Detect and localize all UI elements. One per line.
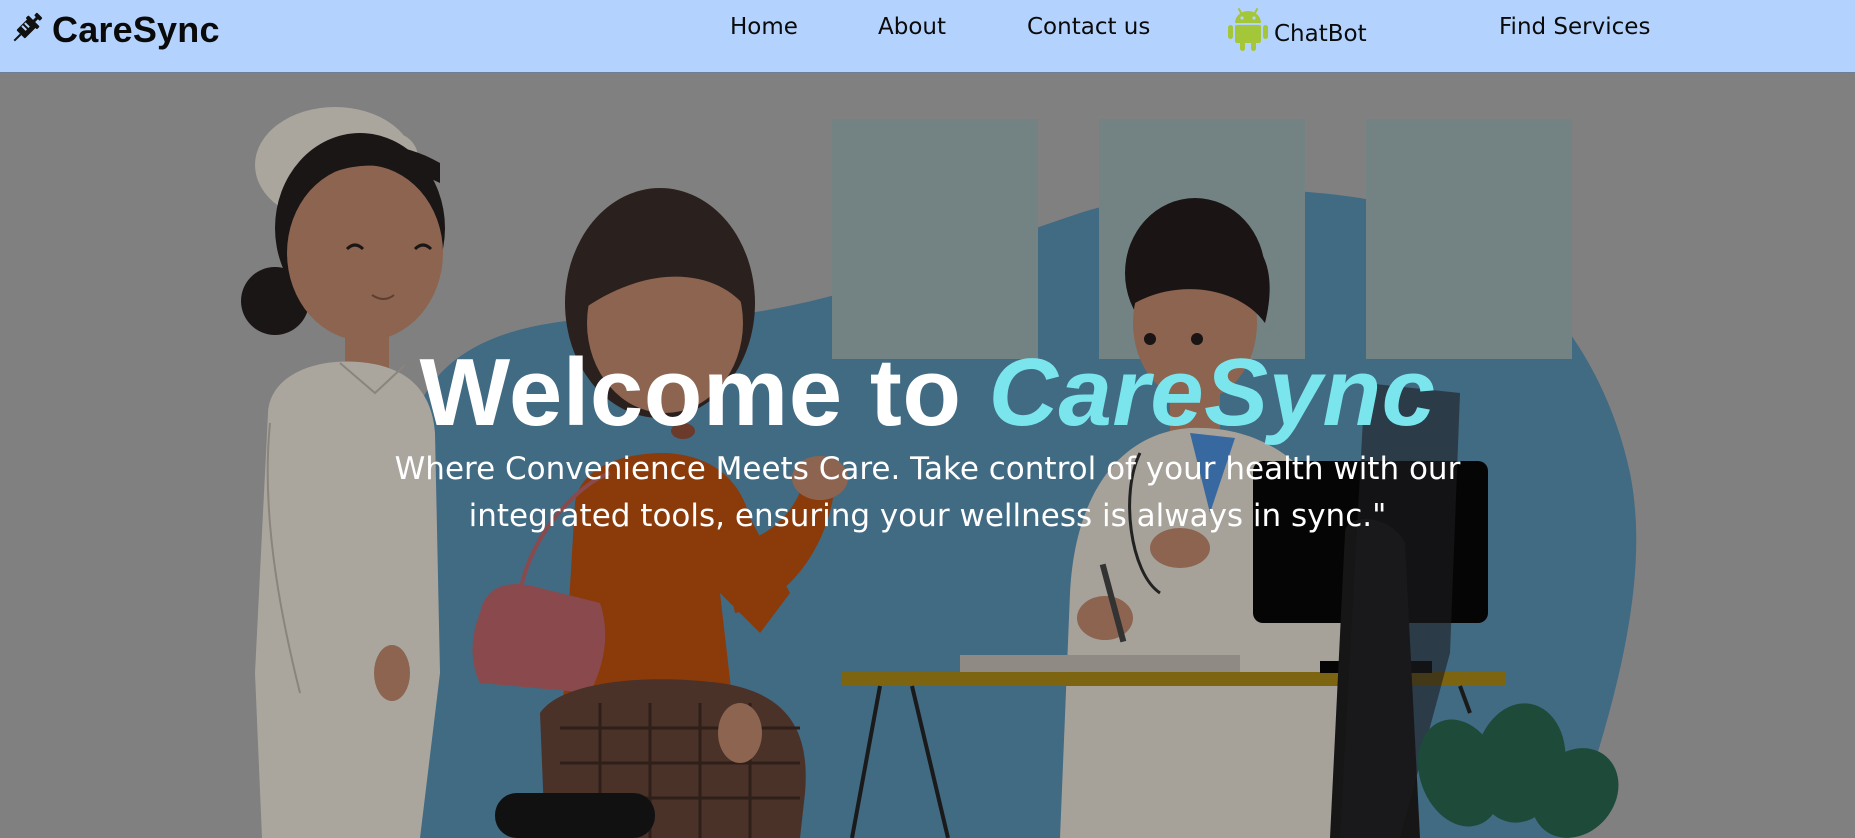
android-icon	[1227, 6, 1269, 58]
nav-chatbot-link[interactable]: ChatBot	[1227, 6, 1367, 58]
hero-section: Welcome to CareSync Where Convenience Me…	[0, 73, 1855, 838]
hero-title-accent: CareSync	[988, 339, 1436, 446]
navbar: CareSync Home About Contact us ChatBot F…	[0, 0, 1855, 73]
nav-home-link[interactable]: Home	[730, 14, 798, 40]
brand-name: CareSync	[52, 9, 220, 50]
hero-subtitle: Where Convenience Meets Care. Take contr…	[394, 451, 1461, 534]
hero-title-prefix: Welcome to	[419, 339, 962, 446]
nav-contact-link[interactable]: Contact us	[1027, 14, 1150, 40]
nav-find-services-link[interactable]: Find Services	[1499, 14, 1650, 40]
syringe-icon	[8, 8, 46, 52]
hero-title: Welcome to CareSync	[0, 338, 1855, 448]
nav-chatbot-label: ChatBot	[1274, 21, 1367, 47]
nav-about-link[interactable]: About	[878, 14, 946, 40]
brand-logo[interactable]: CareSync	[8, 8, 220, 52]
